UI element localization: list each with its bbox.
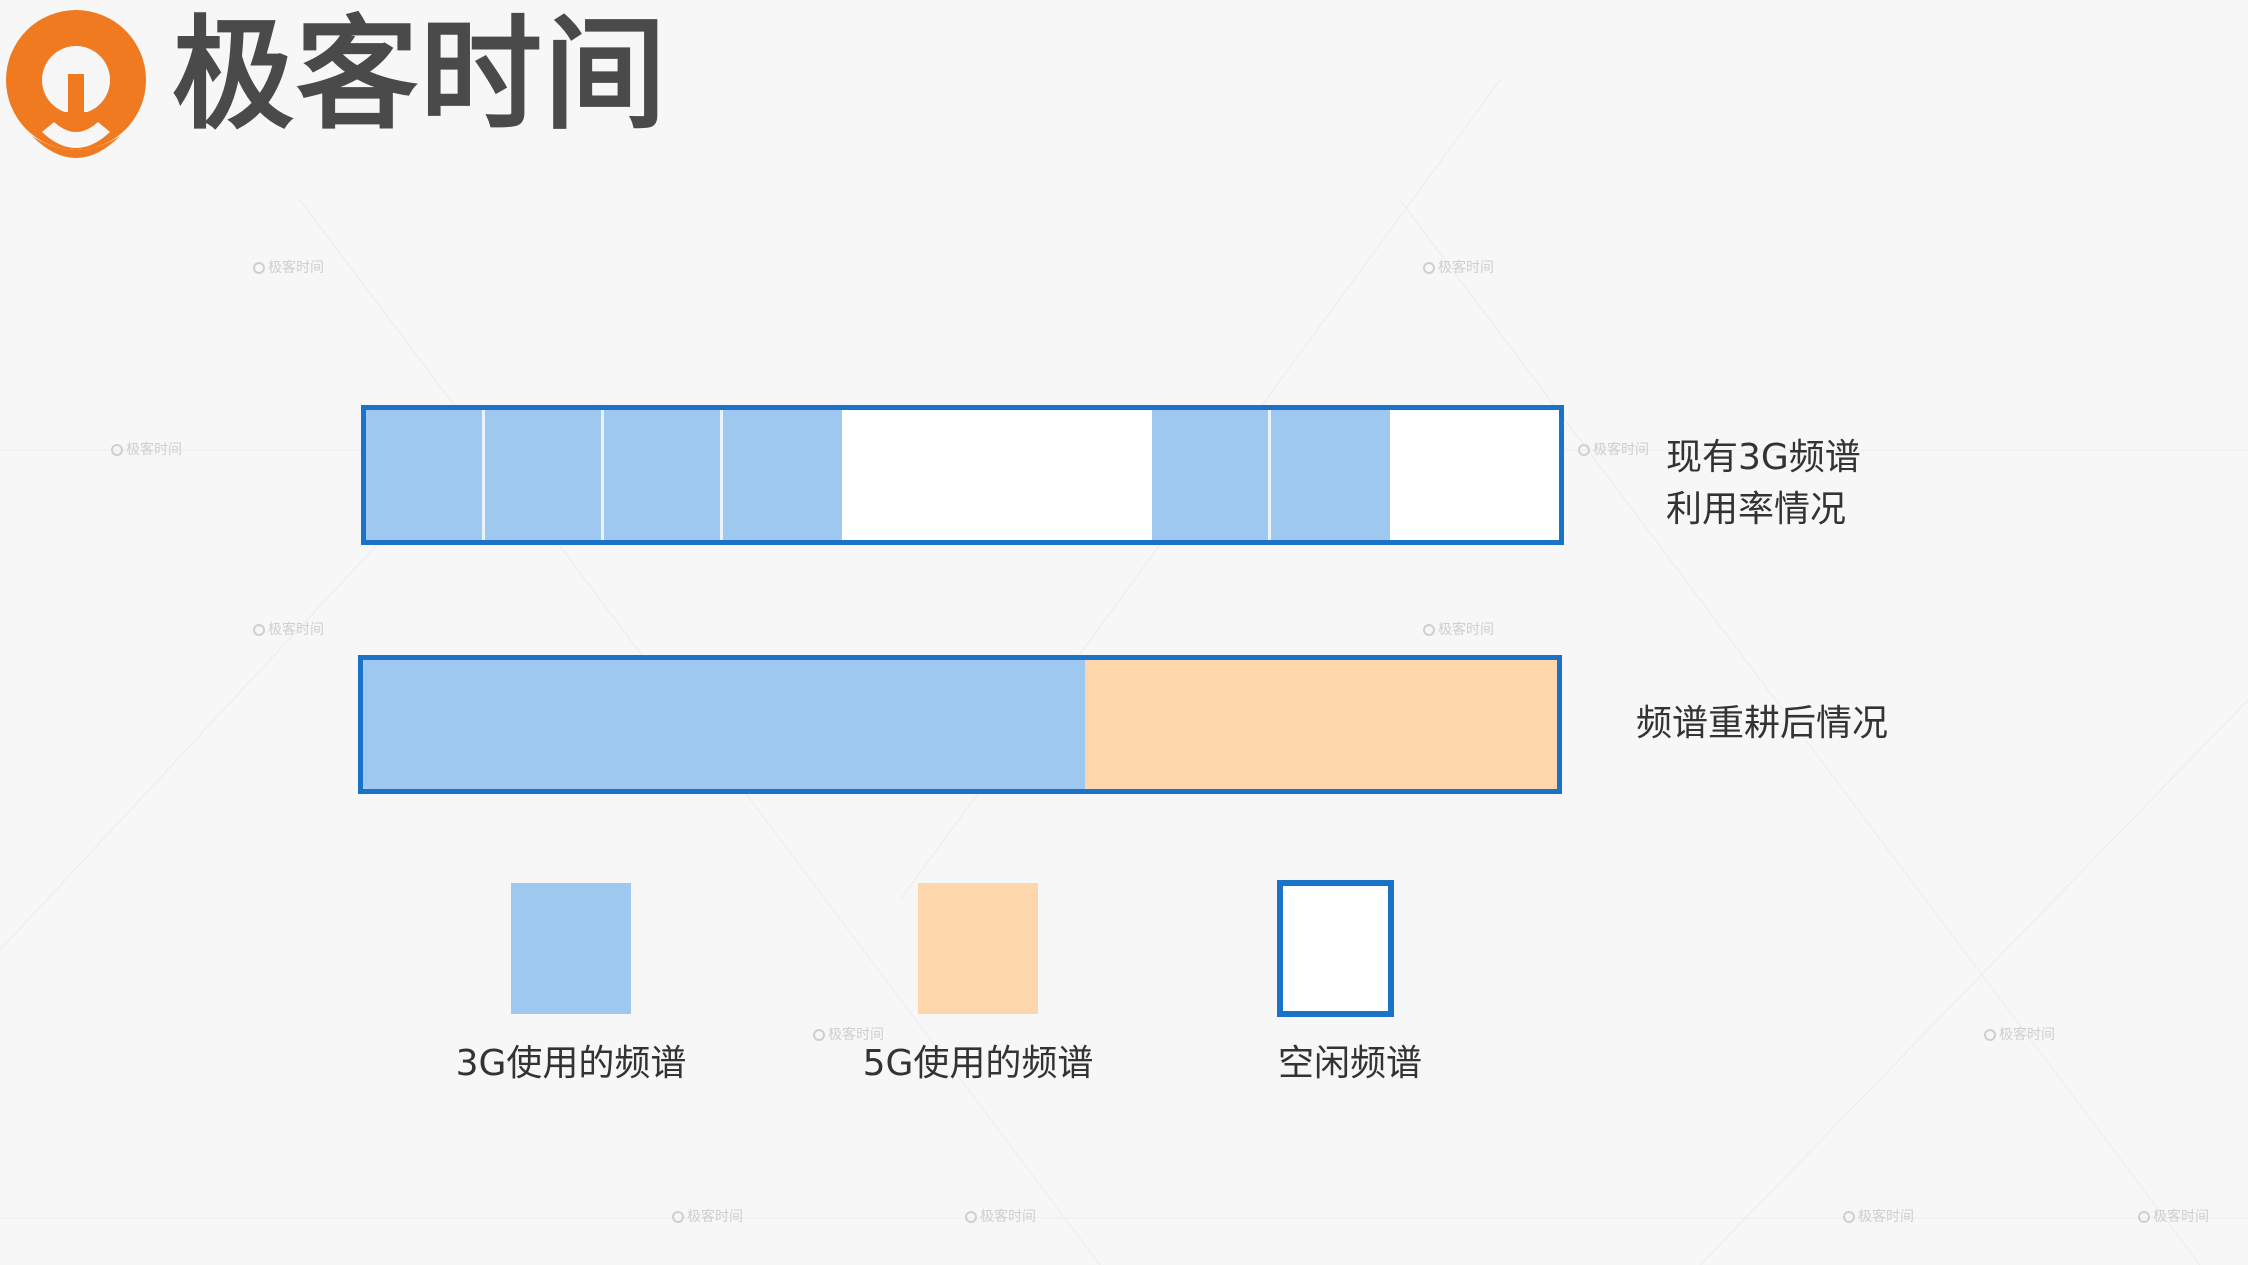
row-label-line: 利用率情况 <box>1666 489 1847 530</box>
watermark-icon <box>111 444 123 456</box>
watermark: 极客时间 <box>965 1210 1036 1224</box>
watermark-icon <box>965 1211 977 1223</box>
legend-label-3g: 3G使用的频谱 <box>455 1043 687 1084</box>
slide-canvas: 极客时间 极客时间 极客时间 极客时间 极客时间 极客时间 极客时间 极客时间 … <box>0 0 2248 1265</box>
watermark-icon <box>1843 1211 1855 1223</box>
watermark-icon <box>1423 262 1435 274</box>
watermark: 极客时间 <box>2138 1210 2209 1224</box>
spectrum-bar-current <box>361 405 1564 545</box>
watermark: 极客时间 <box>1578 443 1649 457</box>
watermark: 极客时间 <box>813 1028 884 1042</box>
watermark: 极客时间 <box>1423 623 1494 637</box>
spectrum-bar-refarmed <box>358 655 1562 794</box>
spectrum-block-5g <box>1085 660 1557 789</box>
watermark: 极客时间 <box>253 623 324 637</box>
logo: 极客时间 <box>0 0 720 180</box>
geektime-logo-icon <box>6 10 146 158</box>
watermark-icon <box>813 1029 825 1041</box>
background-guides <box>0 79 2248 1265</box>
watermark-icon <box>253 624 265 636</box>
watermark-icon <box>1423 624 1435 636</box>
watermark: 极客时间 <box>253 261 324 275</box>
watermark: 极客时间 <box>1984 1028 2055 1042</box>
spectrum-block-3g <box>1152 410 1271 540</box>
row-label-current: 现有3G频谱 利用率情况 <box>1666 432 1861 536</box>
watermark-icon <box>253 262 265 274</box>
spectrum-block-3g <box>604 410 723 540</box>
watermark-icon <box>672 1211 684 1223</box>
row-label-refarmed: 频谱重耕后情况 <box>1636 698 1888 750</box>
watermark-icon <box>1578 444 1590 456</box>
watermark: 极客时间 <box>1843 1210 1914 1224</box>
legend-swatch-5g <box>918 883 1038 1014</box>
watermark: 极客时间 <box>1423 261 1494 275</box>
spectrum-block-3g <box>363 660 1085 789</box>
watermark-icon <box>1984 1029 1996 1041</box>
logo-text: 极客时间 <box>172 4 668 146</box>
spectrum-block-3g <box>485 410 604 540</box>
row-label-line: 频谱重耕后情况 <box>1636 703 1889 744</box>
spectrum-block-3g <box>1271 410 1390 540</box>
legend-swatch-3g <box>511 883 631 1014</box>
spectrum-block-3g <box>366 410 485 540</box>
legend-label-5g: 5G使用的频谱 <box>862 1043 1094 1084</box>
watermark-icon <box>2138 1211 2150 1223</box>
watermark: 极客时间 <box>111 443 182 457</box>
legend-swatch-free <box>1277 880 1394 1017</box>
spectrum-block-3g <box>723 410 842 540</box>
legend-label-free: 空闲频谱 <box>1277 1043 1422 1084</box>
row-label-line: 现有3G频谱 <box>1666 437 1861 478</box>
watermark: 极客时间 <box>672 1210 743 1224</box>
